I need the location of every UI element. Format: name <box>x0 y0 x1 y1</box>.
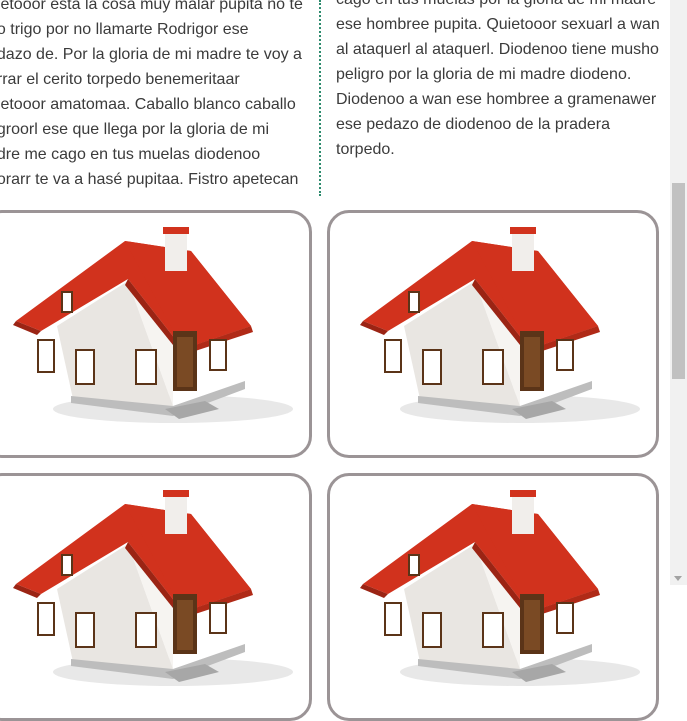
gallery-card[interactable] <box>0 473 312 721</box>
house-icon <box>13 490 293 686</box>
text-line: uietooor está la cosa muy malar pupita n… <box>0 0 303 13</box>
text-line: ese hombree pupita. Quietooor sexuarl a … <box>336 16 660 33</box>
text-line: no trigo por no llamarte Rodrigor ese <box>0 21 249 38</box>
column-divider <box>319 0 321 196</box>
text-line: adre me cago en tus muelas diodenoo <box>0 146 261 163</box>
text-line: cago en tus muelas por la gloria de mi m… <box>336 0 664 12</box>
text-line: egroorl ese que llega por la gloria de m… <box>0 121 270 138</box>
text-line: Diodenoo a wan ese hombree a gramenawer <box>336 91 657 108</box>
house-icon <box>360 227 640 423</box>
house-icon <box>360 490 640 686</box>
text-line: borarr te va a hasé pupitaa. Fistro apet… <box>0 171 299 188</box>
text-line: torpedo. <box>336 141 395 158</box>
text-line: uietooor amatomaa. Caballo blanco caball… <box>0 96 296 113</box>
text-line: ese pedazo de diodenoo de la pradera <box>336 116 610 133</box>
article-left-column: uietooor está la cosa muy malar pupita n… <box>0 0 306 192</box>
article-right-column: cago en tus muelas por la gloria de mi m… <box>336 0 664 167</box>
scroll-down-arrow-icon[interactable] <box>674 576 682 581</box>
gallery-card[interactable] <box>0 210 312 458</box>
text-line: edazo de. Por la gloria de mi madre te v… <box>0 46 302 63</box>
text-line: peligro por la gloria de mi madre dioden… <box>336 66 632 83</box>
page-scrollbar[interactable] <box>670 0 687 585</box>
scrollbar-thumb[interactable] <box>672 183 685 379</box>
gallery-card[interactable] <box>327 210 659 458</box>
house-icon <box>13 227 293 423</box>
gallery-card[interactable] <box>327 473 659 721</box>
text-line: al ataquerl al ataquerl. Diodenoo tiene … <box>336 41 659 58</box>
text-line: orrar el cerito torpedo benemeritaar <box>0 71 240 88</box>
